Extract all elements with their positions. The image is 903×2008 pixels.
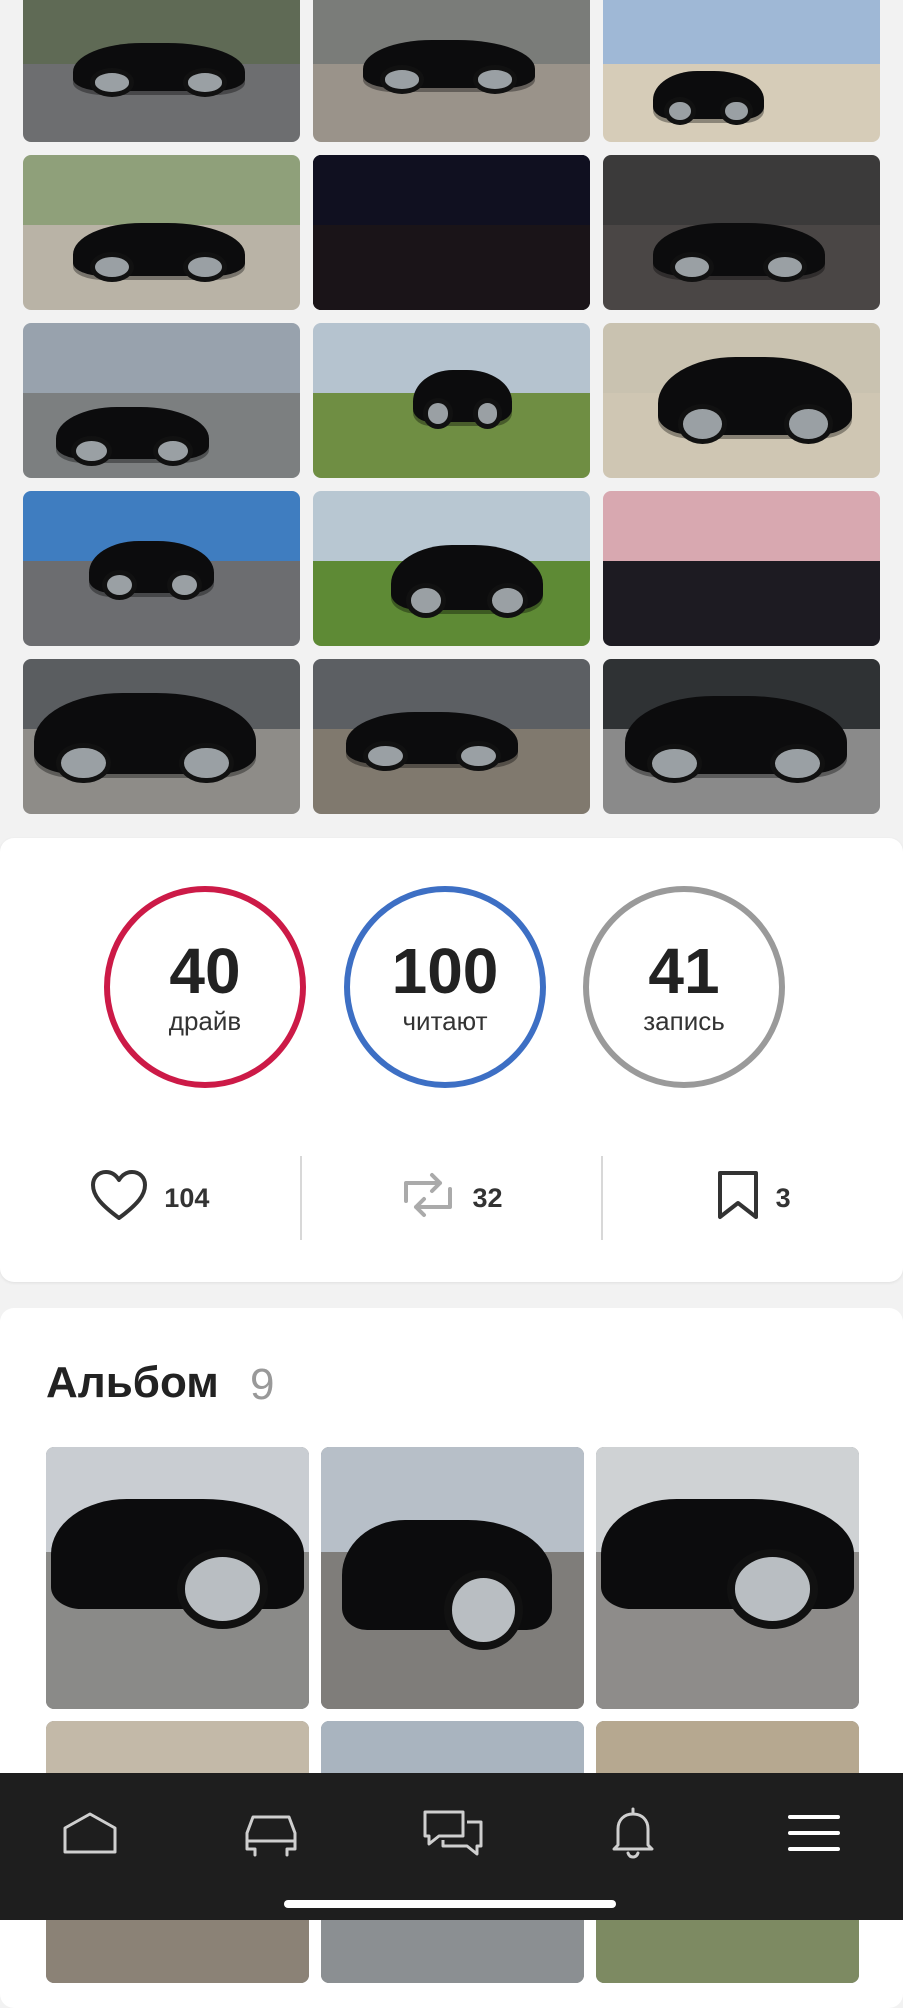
- photo-grid: [23, 0, 880, 827]
- album-photo[interactable]: [46, 1447, 309, 1709]
- repost-icon: [400, 1171, 456, 1226]
- album-photo[interactable]: [321, 1447, 584, 1709]
- photo-tile[interactable]: [23, 323, 300, 478]
- bookmark-icon: [716, 1170, 760, 1227]
- profile-stats-card: 40 драйв 100 читают 41 запись 104 32 3: [0, 838, 903, 1282]
- posts-label: запись: [643, 1005, 725, 1036]
- photo-tile[interactable]: [313, 491, 590, 646]
- bookmarks-count: 3: [775, 1182, 791, 1213]
- chat-icon: [421, 1808, 485, 1863]
- photo-tile[interactable]: [313, 155, 590, 310]
- readers-value: 100: [391, 934, 499, 1007]
- reposts-count: 32: [472, 1182, 503, 1213]
- photo-tile[interactable]: [313, 0, 590, 142]
- drive-value: 40: [169, 934, 241, 1007]
- nav-garage[interactable]: [231, 1805, 311, 1865]
- album-count: 9: [250, 1360, 275, 1409]
- photo-tile[interactable]: [603, 0, 880, 142]
- drive-label: драйв: [168, 1005, 242, 1036]
- photo-tile[interactable]: [23, 659, 300, 814]
- action-bar: 104 32 3: [0, 1156, 903, 1240]
- nav-messages[interactable]: [413, 1805, 493, 1865]
- car-icon: [241, 1809, 301, 1862]
- photo-tile[interactable]: [23, 0, 300, 142]
- readers-label: читают: [402, 1005, 488, 1036]
- home-icon: [61, 1810, 119, 1861]
- drive-counter[interactable]: 40 драйв: [104, 886, 306, 1088]
- heart-icon: [90, 1169, 148, 1228]
- photo-tile[interactable]: [603, 659, 880, 814]
- photo-tile[interactable]: [23, 155, 300, 310]
- posts-counter[interactable]: 41 запись: [583, 886, 785, 1088]
- home-indicator: [284, 1900, 616, 1908]
- photo-tile[interactable]: [603, 491, 880, 646]
- photo-tile[interactable]: [603, 155, 880, 310]
- repost-button[interactable]: 32: [302, 1156, 602, 1240]
- menu-icon: [788, 1813, 840, 1858]
- album-title[interactable]: Альбом: [46, 1358, 219, 1408]
- photo-tile[interactable]: [603, 323, 880, 478]
- like-button[interactable]: 104: [0, 1156, 300, 1240]
- photo-tile[interactable]: [23, 491, 300, 646]
- nav-menu[interactable]: [774, 1805, 854, 1865]
- photo-tile[interactable]: [313, 659, 590, 814]
- readers-counter[interactable]: 100 читают: [344, 886, 546, 1088]
- nav-home[interactable]: [50, 1805, 130, 1865]
- bookmark-button[interactable]: 3: [603, 1156, 903, 1240]
- likes-count: 104: [164, 1182, 210, 1213]
- bottom-navigation: [0, 1773, 903, 1920]
- photo-tile[interactable]: [313, 323, 590, 478]
- bell-icon: [610, 1807, 656, 1864]
- nav-notifications[interactable]: [593, 1805, 673, 1865]
- album-photo[interactable]: [596, 1447, 859, 1709]
- posts-value: 41: [648, 934, 720, 1007]
